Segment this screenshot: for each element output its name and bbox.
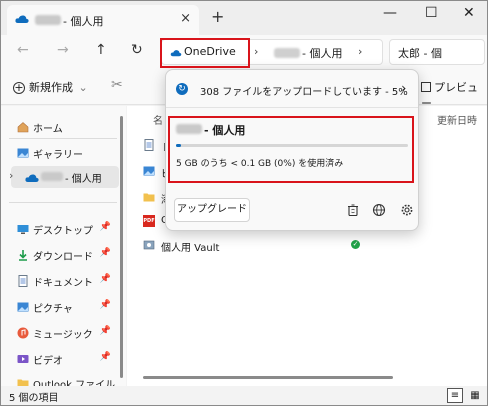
column-header-name[interactable]: 名 <box>153 112 163 127</box>
document-icon <box>18 275 28 287</box>
download-icon <box>19 250 27 261</box>
new-button-label: 新規作成 <box>29 81 73 94</box>
cut-icon[interactable]: ✂ <box>111 77 123 93</box>
chevron-right-icon: › <box>401 81 406 95</box>
new-button[interactable]: + 新規作成 ⌄ <box>13 79 88 95</box>
sidebar-item-videos[interactable]: ビデオ 📌 <box>11 348 119 370</box>
column-header-modified[interactable]: 更新日時 <box>437 112 477 127</box>
details-view-button[interactable]: ≡ <box>447 388 463 403</box>
breadcrumb-folder[interactable]: - 個人用 <box>302 45 342 61</box>
status-bar: 5 個の項目 ≡ ▦ <box>1 386 487 405</box>
pin-icon: 📌 <box>99 352 111 362</box>
highlight-box-storage <box>168 116 414 183</box>
onedrive-cloud-icon <box>25 174 39 182</box>
gallery-icon <box>17 148 29 158</box>
tab-account-blur <box>35 15 61 25</box>
folder-icon <box>143 193 155 202</box>
vault-icon <box>143 240 155 250</box>
file-explorer-window: - 個人用 × + — ☐ ✕ ← → ↑ ↻ OneDrive › - 個人用… <box>0 0 488 406</box>
tab-close-button[interactable]: × <box>180 11 191 26</box>
desktop-icon <box>17 225 29 234</box>
pin-icon: 📌 <box>99 300 111 310</box>
breadcrumb-account-blur <box>274 48 300 58</box>
file-name: 個人用 Vault <box>161 243 220 254</box>
refresh-button[interactable]: ↻ <box>131 42 143 58</box>
breadcrumb-chevron-icon[interactable]: › <box>358 45 362 58</box>
video-icon <box>17 355 29 363</box>
sidebar-item-home[interactable]: ホーム <box>11 116 119 138</box>
plus-icon: + <box>13 81 25 94</box>
synced-check-icon: ✓ <box>351 240 360 249</box>
title-bar: - 個人用 × + — ☐ ✕ <box>1 1 487 35</box>
sidebar-item-music[interactable]: ミュージック 📌 <box>11 322 119 344</box>
account-name-blur <box>41 172 63 181</box>
navigation-pane: ホーム ギャラリー › - 個人用 デスクトップ 📌 ダウンロード 📌 ドキュメ… <box>1 106 126 391</box>
pdf-icon: PDF <box>143 215 155 227</box>
sidebar-item-label: - 個人用 <box>65 174 102 185</box>
sync-status-row[interactable]: ↻ 308 ファイルをアップロードしています - 5% › <box>166 70 418 108</box>
recycle-bin-icon[interactable] <box>346 203 360 217</box>
pin-icon: 📌 <box>99 222 111 232</box>
chevron-down-icon: ⌄ <box>78 81 88 94</box>
sidebar-item-desktop[interactable]: デスクトップ 📌 <box>11 218 119 240</box>
sidebar-item-label: ホーム <box>33 124 63 135</box>
tiles-view-button[interactable]: ▦ <box>467 388 483 403</box>
breadcrumb-chevron-icon: › <box>254 45 259 58</box>
close-window-button[interactable]: ✕ <box>463 5 475 21</box>
sidebar-scrollbar[interactable] <box>120 116 123 378</box>
pictures-icon <box>17 302 29 312</box>
image-icon <box>143 166 155 176</box>
sidebar-item-downloads[interactable]: ダウンロード 📌 <box>11 244 119 266</box>
upgrade-button[interactable]: アップグレード <box>174 198 250 222</box>
item-count: 5 個の項目 <box>9 393 59 404</box>
back-button[interactable]: ← <box>17 42 29 58</box>
forward-button[interactable]: → <box>57 42 69 58</box>
highlight-box-onedrive <box>160 38 250 68</box>
globe-icon[interactable] <box>372 203 386 217</box>
sync-icon: ↻ <box>176 83 188 95</box>
sidebar-item-label: ギャラリー <box>33 150 83 161</box>
pin-icon: 📌 <box>99 274 111 284</box>
divider <box>9 138 117 139</box>
minimize-button[interactable]: — <box>383 5 397 21</box>
sidebar-item-gallery[interactable]: ギャラリー <box>11 142 119 164</box>
horizontal-scrollbar[interactable] <box>143 376 393 379</box>
divider <box>9 202 117 203</box>
new-tab-button[interactable]: + <box>211 9 224 25</box>
file-row[interactable]: 個人用 Vault ✓ <box>143 236 473 256</box>
pin-icon: 📌 <box>99 326 111 336</box>
gear-icon[interactable] <box>400 203 414 217</box>
maximize-button[interactable]: ☐ <box>425 5 438 21</box>
tab-title: - 個人用 <box>63 15 104 28</box>
sidebar-item-label: ダウンロード <box>33 252 93 263</box>
music-icon <box>17 327 29 339</box>
home-icon <box>17 122 29 133</box>
sidebar-item-onedrive[interactable]: › - 個人用 <box>9 166 119 188</box>
pin-icon: 📌 <box>99 248 111 258</box>
up-button[interactable]: ↑ <box>95 42 107 58</box>
sidebar-item-pictures[interactable]: ピクチャ 📌 <box>11 296 119 318</box>
sidebar-item-label: ミュージック <box>33 330 93 341</box>
tab-onedrive[interactable]: - 個人用 × <box>7 5 199 35</box>
sidebar-item-label: ドキュメント <box>33 278 93 289</box>
onedrive-cloud-icon <box>15 15 29 23</box>
sidebar-item-documents[interactable]: ドキュメント 📌 <box>11 270 119 292</box>
expand-chevron-icon[interactable]: › <box>9 169 13 182</box>
sidebar-item-label: ビデオ <box>33 356 63 367</box>
search-text: 太郎 - 個 <box>398 47 442 60</box>
preview-pane-icon <box>421 82 431 92</box>
sync-status-text: 308 ファイルをアップロードしています - 5% <box>200 87 408 98</box>
search-box[interactable]: 太郎 - 個 <box>389 39 485 65</box>
document-icon <box>144 139 154 151</box>
sidebar-item-label: ピクチャ <box>33 304 73 315</box>
sidebar-item-label: デスクトップ <box>33 226 93 237</box>
